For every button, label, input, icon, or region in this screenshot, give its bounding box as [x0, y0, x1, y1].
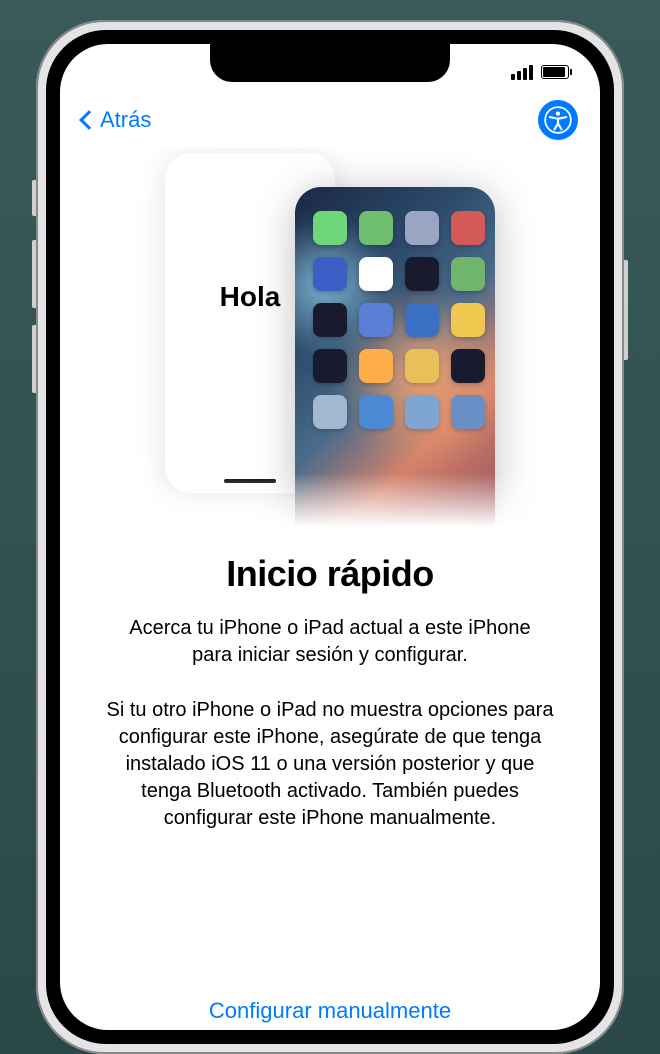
app-icon: [359, 257, 393, 291]
app-icon: [451, 349, 485, 383]
app-icon: [405, 211, 439, 245]
device-frame: Atrás Hola: [36, 20, 624, 1054]
app-icon: [451, 211, 485, 245]
screen: Atrás Hola: [60, 44, 600, 1030]
app-icon: [405, 303, 439, 337]
app-icon: [405, 349, 439, 383]
app-icon: [451, 303, 485, 337]
secondary-description: Si tu otro iPhone o iPad no muestra opci…: [100, 697, 560, 832]
main-content: Inicio rápido Acerca tu iPhone o iPad ac…: [60, 533, 600, 832]
navigation-bar: Atrás: [60, 92, 600, 148]
chevron-left-icon: [79, 110, 99, 130]
configure-manually-label: Configurar manualmente: [209, 998, 451, 1023]
accessibility-icon: [544, 106, 572, 134]
app-icon: [405, 395, 439, 429]
greeting-text: Hola: [220, 281, 281, 313]
app-icon: [359, 211, 393, 245]
page-title: Inicio rápido: [100, 553, 560, 595]
app-icon: [451, 395, 485, 429]
app-icon: [451, 257, 485, 291]
back-label: Atrás: [100, 107, 151, 133]
primary-description: Acerca tu iPhone o iPad actual a este iP…: [100, 615, 560, 669]
app-icon: [313, 303, 347, 337]
app-icon: [359, 303, 393, 337]
app-icon: [313, 395, 347, 429]
accessibility-button[interactable]: [538, 100, 578, 140]
cellular-signal-icon: [511, 65, 533, 80]
battery-icon: [541, 65, 572, 79]
app-icon: [313, 349, 347, 383]
configure-manually-button[interactable]: Configurar manualmente: [60, 980, 600, 1030]
app-icon: [405, 257, 439, 291]
back-button[interactable]: Atrás: [82, 107, 151, 133]
app-icon: [359, 395, 393, 429]
app-icon: [313, 257, 347, 291]
app-icon: [313, 211, 347, 245]
notch: [210, 44, 450, 82]
app-icon: [359, 349, 393, 383]
quick-start-illustration: Hola: [60, 148, 600, 533]
